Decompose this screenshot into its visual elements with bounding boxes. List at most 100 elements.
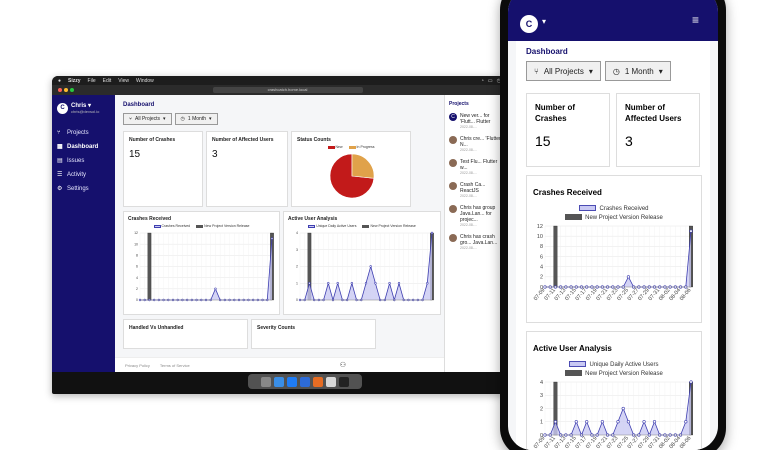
time-filter-dropdown[interactable]: ◷ 1 Month ▾ [604,61,671,81]
avatar [449,205,457,213]
sidebar: C Chris ▾ chris@devsol.io ⑂ Projects ▦ D… [52,95,115,372]
y-tick-label: 1 [296,281,298,285]
sidebar-item-settings[interactable]: ⚙ Settings [57,182,110,196]
status-label: Status Counts [297,137,331,143]
y-tick-label: 10 [134,242,138,246]
list-item[interactable]: Chris cre... 'Flutter N... 2022-08-... [449,136,503,152]
sidebar-item-label: Dashboard [67,144,99,150]
filters: ⑂ All Projects ▾ ◷ 1 Month ▾ [526,61,700,81]
list-item[interactable]: Chris has group Java.Lan... for projec..… [449,205,503,227]
address-bar[interactable]: crashcatch.home.local [212,87,363,93]
crashes-label: Number of Crashes [535,103,575,123]
crashes-value: 15 [535,133,551,149]
data-point [626,275,631,279]
severity-card: Severity Counts [251,319,376,349]
sidebar-item-dashboard[interactable]: ▦ Dashboard [57,140,110,154]
list-item[interactable]: Chris has crash gro... Java.Lan... 2022-0… [449,234,503,250]
legend-crashes: Crashes Received [533,205,695,214]
time-filter-dropdown[interactable]: ◷ 1 Month ▾ [174,113,218,125]
data-point [574,420,578,424]
menu-app[interactable]: Sizzy [68,78,81,84]
y-tick-label: 0 [296,298,298,302]
y-tick-label: 0 [136,298,138,302]
list-item[interactable]: C New ver... for 'Flutt... Flutter 2022-0… [449,113,503,129]
chrome-icon[interactable] [326,376,336,387]
apple-icon[interactable]: ● [58,78,61,84]
x-tick-label: 08-06 [679,287,693,302]
web-app: C Chris ▾ chris@devsol.io ⑂ Projects ▦ D… [52,95,507,372]
minimize-icon[interactable] [64,88,68,92]
hamburger-menu-icon[interactable]: ≡ [692,13,699,27]
xcode-icon[interactable] [300,376,310,387]
wifi-icon[interactable]: ◔ [481,78,484,84]
project-filter-dropdown[interactable]: ⑂ All Projects ▾ [123,113,172,125]
crashes-card: Number of Crashes 15 [123,131,203,207]
y-tick-label: 12 [537,224,543,230]
chevron-down-icon[interactable]: ▾ [542,17,546,26]
app-store-icon[interactable] [287,376,297,387]
projects-icon: ⑂ [57,130,61,136]
y-tick-label: 3 [296,248,298,252]
settings-icon: ⚙ [57,186,63,192]
active-legend: Unique Daily Active Users New Project Ve… [288,224,436,228]
stat-cards: Number of Crashes 15 Number of Affected … [526,93,700,167]
menu-file[interactable]: File [88,78,96,84]
launchpad-icon[interactable] [261,376,271,387]
data-point [585,420,589,424]
y-tick-label: 8 [540,244,543,250]
window-controls [58,88,74,92]
time-filter-label: 1 Month [187,116,206,122]
close-icon[interactable] [58,88,62,92]
y-tick-label: 4 [296,231,298,235]
crashes-received-chart: 02468101207-0907-1107-1307-1507-1707-190… [533,224,693,302]
feed-date: 2022-08-... [460,148,477,152]
clock-icon: ◷ [612,66,620,76]
sidebar-item-issues[interactable]: ▤ Issues [57,154,110,168]
list-item[interactable]: Test Flu... Flutter w... 2022-08-... [449,159,503,175]
legend-active: Unique Daily Active Users [308,224,356,228]
maximize-icon[interactable] [70,88,74,92]
menu-window[interactable]: Window [136,78,154,84]
handled-title: Handled Vs Unhandled [129,325,184,331]
project-filter-dropdown[interactable]: ⑂ All Projects ▾ [526,61,601,81]
affected-label: Number of Affected Users [625,103,682,123]
feed-text: Test Flu... Flutter w... [460,159,498,171]
crashes-value: 15 [129,149,141,160]
chevron-down-icon: ▾ [163,116,166,122]
sidebar-item-projects[interactable]: ⑂ Projects [57,126,110,140]
chart-row: Crashes Received Crashes Received New Pr… [123,211,499,315]
feed-date: 2022-08-... [460,194,477,198]
y-tick-label: 2 [296,265,298,269]
avatar[interactable]: C [520,15,538,33]
data-point [369,265,372,268]
time-filter-label: 1 Month [624,66,654,76]
data-point [388,282,391,285]
legend-release: New Project Version Release [362,224,416,228]
list-item[interactable]: Crash Ca... ReactJS 2022-08-... [449,182,503,198]
stage: ● Sizzy File Edit View Window ◔ ▭ ◷ cras… [0,0,775,450]
y-tick-label: 6 [136,265,138,269]
y-tick-label: 4 [540,380,543,386]
menu-view[interactable]: View [118,78,129,84]
terminal-icon[interactable] [339,376,349,387]
legend-active: Unique Daily Active Users [533,361,695,370]
data-point [642,420,646,424]
user-name: Chris ▾ [71,103,92,109]
privacy-link[interactable]: Privacy Policy [125,363,150,368]
project-filter-label: All Projects [543,66,584,76]
user-menu[interactable]: C Chris ▾ chris@devsol.io [57,102,110,114]
menu-edit[interactable]: Edit [103,78,112,84]
y-tick-label: 10 [537,234,543,240]
sidebar-item-activity[interactable]: ☰ Activity [57,168,110,182]
data-point [621,406,625,411]
battery-icon[interactable]: ▭ [488,78,493,84]
firefox-icon[interactable] [313,376,323,387]
finder-icon[interactable] [274,376,284,387]
sidebar-item-label: Issues [67,158,85,164]
dock [248,374,362,389]
active-legend: Unique Daily Active Users New Project Ve… [533,361,695,379]
terms-link[interactable]: Terms of Service [160,363,190,368]
affected-users-card: Number of Affected Users 3 [206,131,288,207]
sidebar-item-label: Activity [67,172,87,178]
projects-icon: ⑂ [129,116,133,122]
